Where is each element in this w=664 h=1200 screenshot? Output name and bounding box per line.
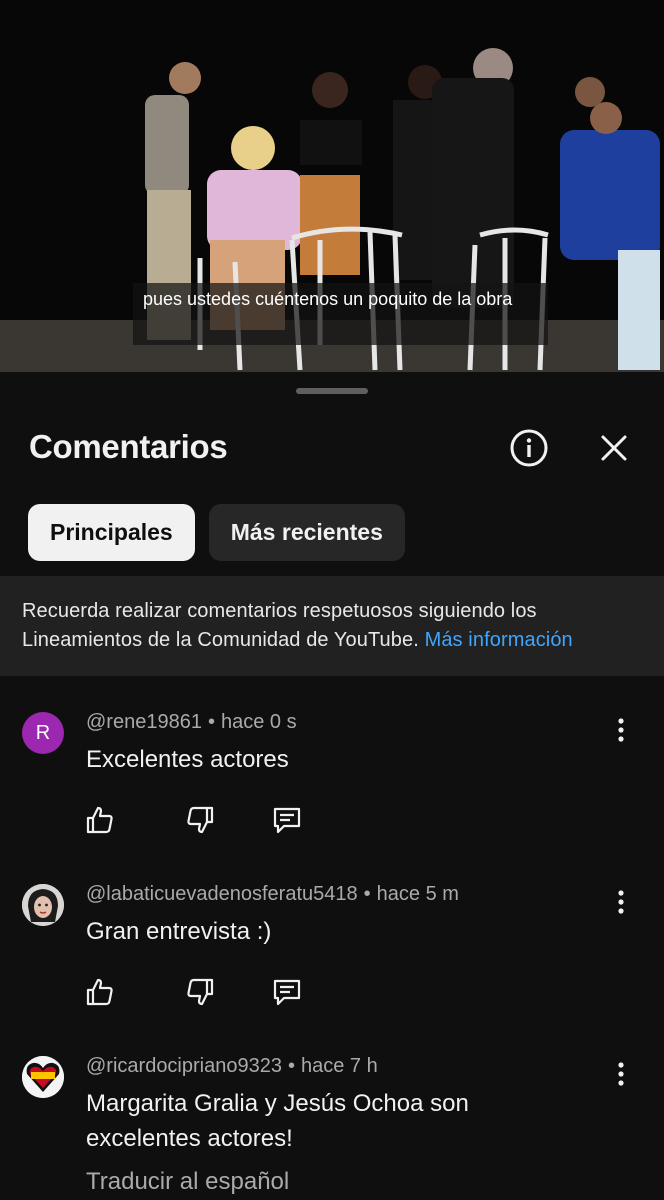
- avatar-image: [22, 884, 64, 926]
- thumb-down-icon: [187, 978, 214, 1006]
- reply-button[interactable]: [271, 976, 303, 1008]
- thumb-up-icon: [86, 806, 113, 834]
- more-info-link[interactable]: Más información: [425, 629, 573, 651]
- comments-sheet: Comentarios Principales Más recientes Re…: [0, 372, 664, 1200]
- comment-time: hace 5 m: [376, 883, 459, 905]
- community-notice: Recuerda realizar comentarios respetuoso…: [0, 576, 664, 676]
- reply-icon: [273, 979, 301, 1006]
- comment-text: Margarita Gralia y Jesús Ochoa son excel…: [86, 1090, 469, 1152]
- comment-text: Excelentes actores: [86, 746, 289, 773]
- info-button[interactable]: [509, 428, 549, 468]
- thumb-up-icon: [86, 978, 113, 1006]
- reply-icon: [273, 807, 301, 834]
- dislike-button[interactable]: [184, 976, 216, 1008]
- tab-principales[interactable]: Principales: [28, 504, 195, 561]
- more-vert-icon: [618, 718, 624, 742]
- sort-tabs: Principales Más recientes: [28, 504, 405, 561]
- comment-menu-button[interactable]: [606, 710, 636, 750]
- avatar-letter: R: [35, 721, 51, 744]
- avatar[interactable]: R: [22, 712, 64, 754]
- close-button[interactable]: [594, 428, 634, 468]
- comments-title: Comentarios: [29, 428, 228, 465]
- meta-separator: •: [363, 883, 371, 905]
- avatar[interactable]: [22, 1056, 64, 1098]
- comment-menu-button[interactable]: [606, 1054, 636, 1094]
- drag-handle[interactable]: [296, 388, 368, 394]
- close-icon: [601, 435, 627, 461]
- comment-meta: @rene19861 • hace 0 s: [86, 711, 297, 734]
- comment-time: hace 7 h: [300, 1055, 378, 1077]
- comment-text: Gran entrevista :): [86, 918, 272, 945]
- comment-time: hace 0 s: [220, 711, 297, 733]
- video-player[interactable]: pues ustedes cuéntenos un poquito de la …: [0, 0, 664, 372]
- comment-meta: @ricardocipriano9323 • hace 7 h: [86, 1055, 378, 1078]
- avatar[interactable]: [22, 884, 64, 926]
- video-caption: pues ustedes cuéntenos un poquito de la …: [133, 283, 548, 345]
- reply-button[interactable]: [271, 804, 303, 836]
- like-button[interactable]: [84, 976, 116, 1008]
- more-vert-icon: [618, 890, 624, 914]
- avatar-image: [22, 1056, 64, 1098]
- like-button[interactable]: [84, 804, 116, 836]
- comment-author[interactable]: @labaticuevadenosferatu5418: [86, 883, 358, 905]
- comment-author[interactable]: @ricardocipriano9323: [86, 1055, 282, 1077]
- tab-mas-recientes[interactable]: Más recientes: [208, 504, 405, 561]
- comment-author[interactable]: @rene19861: [86, 711, 202, 733]
- more-vert-icon: [618, 1062, 624, 1086]
- translate-link[interactable]: Traducir al español: [86, 1168, 289, 1196]
- thumb-down-icon: [187, 806, 214, 834]
- comment-menu-button[interactable]: [606, 882, 636, 922]
- meta-separator: •: [287, 1055, 295, 1077]
- meta-separator: •: [207, 711, 215, 733]
- info-icon: [510, 429, 548, 467]
- dislike-button[interactable]: [184, 804, 216, 836]
- comment-meta: @labaticuevadenosferatu5418 • hace 5 m: [86, 883, 459, 906]
